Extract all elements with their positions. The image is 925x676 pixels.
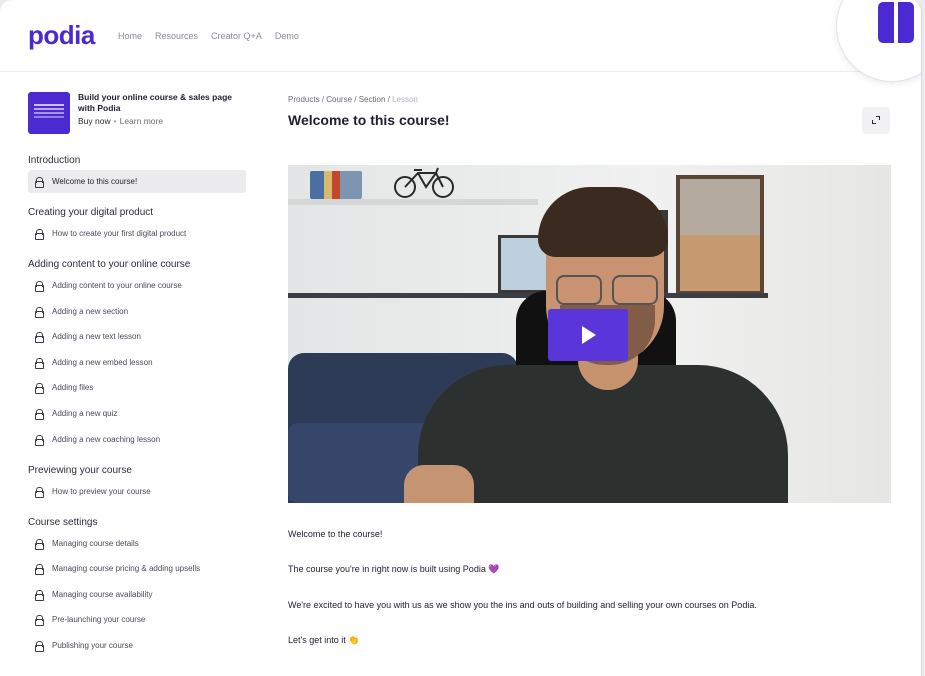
course-sidebar: Build your online course & sales page wi… [28,92,248,660]
section-title: Creating your digital product [28,207,154,218]
nav-demo-link[interactable]: Demo [275,31,299,41]
main-nav: Home Resources Creator Q+A Demo [118,31,299,41]
lesson-item[interactable]: Managing course pricing & adding upsells [28,557,248,580]
lock-icon [34,332,44,344]
lesson-label: Managing course details [52,538,139,548]
lock-icon [34,357,44,369]
lock-icon [34,306,44,318]
video-player[interactable] [288,165,891,503]
lock-icon [34,640,44,652]
lock-icon [34,486,44,498]
product-card: Build your online course & sales page wi… [28,92,248,136]
body-paragraph: We're excited to have you with us as we … [288,600,757,610]
product-thumbnail [28,92,70,134]
lesson-item[interactable]: Publishing your course [28,634,248,657]
lock-icon [34,229,44,240]
lesson-label: How to preview your course [52,486,151,496]
breadcrumb: Products / Course / Section / Lesson [288,95,891,104]
lesson-label: Adding a new coaching lesson [52,434,161,444]
nav-creator-qa-link[interactable]: Creator Q+A [211,31,262,41]
lock-icon [34,383,44,395]
lesson-body: Welcome to the course! The course you're… [288,529,891,671]
body-paragraph: Welcome to the course! [288,529,383,539]
expand-icon[interactable] [862,107,890,134]
lesson-item[interactable]: Managing course details [28,532,248,555]
lesson-label: Managing course pricing & adding upsells [52,564,201,574]
video-person-arm [404,465,474,503]
lock-icon [34,538,44,550]
bicycle-icon [394,167,454,198]
lesson-item[interactable]: How to preview your course [28,480,248,503]
video-person-glasses [556,275,666,305]
play-icon[interactable] [548,309,628,361]
product-title: Build your online course & sales page wi… [78,92,232,113]
lesson-item[interactable]: Adding a new section [28,300,248,323]
breadcrumb-lesson: Lesson [392,95,418,104]
section-title: Introduction [28,155,81,166]
section-title: Previewing your course [28,464,132,476]
lesson-item[interactable]: Adding a new coaching lesson [28,428,248,451]
product-info: Build your online course & sales page wi… [78,92,238,136]
buy-now-link[interactable]: Buy now [78,116,111,126]
lesson-content: Products / Course / Section / Lesson Wel… [288,95,891,645]
lesson-item[interactable]: Adding content to your online course [28,274,248,297]
breadcrumb-separator: / [352,95,359,104]
video-wall-art [676,175,764,295]
product-links: Buy now • Learn more [78,116,238,126]
section-title: Course settings [28,516,98,528]
lesson-item[interactable]: How to create your first digital product [28,222,248,245]
lock-icon [34,589,44,601]
lesson-label: Adding a new section [52,306,129,316]
lesson-label: Adding a new text lesson [52,332,141,342]
body-paragraph: Let's get into it 👏 [288,635,360,645]
nav-home-link[interactable]: Home [118,31,142,41]
lesson-item[interactable]: Pre-launching your course [28,608,248,631]
lesson-item-active[interactable]: Welcome to this course! [28,170,246,193]
lesson-label: How to create your first digital product [52,229,187,238]
top-navigation: podia Home Resources Creator Q+A Demo [0,0,921,72]
sidebar-toggle-icon[interactable] [878,2,914,43]
lesson-item[interactable]: Adding a new quiz [28,402,248,425]
lock-icon [34,177,44,188]
lesson-label: Managing course availability [52,589,153,599]
lesson-label: Welcome to this course! [52,177,138,186]
lesson-item[interactable]: Managing course availability [28,583,248,606]
lesson-label: Adding a new embed lesson [52,357,153,367]
breadcrumb-products[interactable]: Products [288,95,320,104]
lock-icon [34,615,44,627]
nav-resources-link[interactable]: Resources [155,31,198,41]
podia-logo[interactable]: podia [28,20,95,51]
breadcrumb-section[interactable]: Section [359,95,386,104]
lesson-item[interactable]: Adding a new text lesson [28,325,248,348]
lock-icon [34,281,44,292]
breadcrumb-course[interactable]: Course [326,95,352,104]
lesson-item[interactable]: Adding files [28,376,248,399]
learn-more-link[interactable]: Learn more [120,116,163,126]
lesson-label: Publishing your course [52,640,133,650]
page-title: Welcome to this course! [288,112,450,128]
video-shelf [288,199,538,205]
video-books [310,171,362,199]
lesson-label: Pre-launching your course [52,615,146,625]
link-separator: • [113,116,117,126]
section-title: Adding content to your online course [28,259,191,270]
lesson-label: Adding content to your online course [52,281,182,290]
lock-icon [34,434,44,446]
lesson-label: Adding a new quiz [52,408,118,418]
lesson-label: Adding files [52,383,94,393]
lesson-item[interactable]: Adding a new embed lesson [28,351,248,374]
lock-icon [34,564,44,576]
body-paragraph: The course you're in right now is built … [288,564,500,574]
lock-icon [34,408,44,420]
app-window: podia Home Resources Creator Q+A Demo Bu… [0,0,922,676]
